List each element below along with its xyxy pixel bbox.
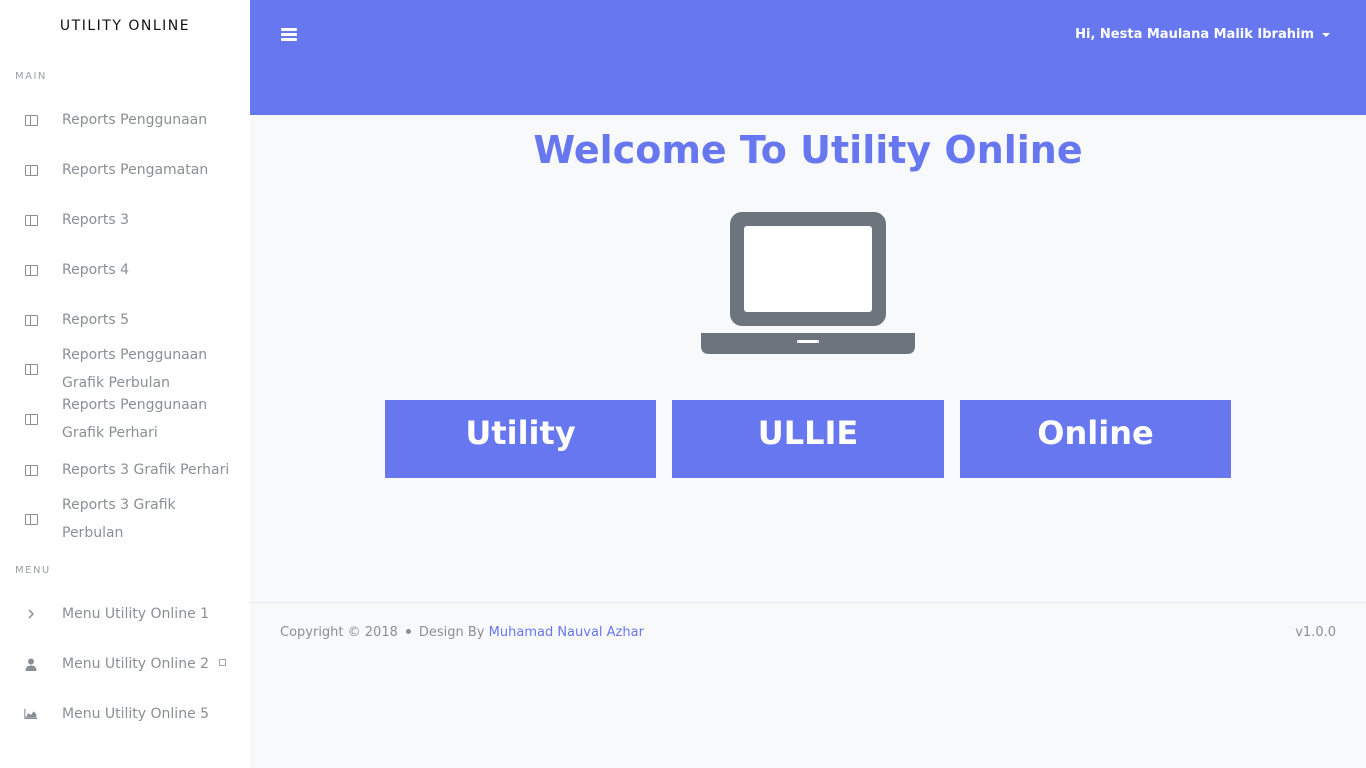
sidebar-item-menu-utility-online-1[interactable]: Menu Utility Online 1 — [0, 589, 250, 639]
sidebar-item-label: Menu Utility Online 1 — [62, 606, 210, 622]
area-chart-icon — [24, 707, 38, 721]
user-icon — [24, 657, 38, 671]
bullet-separator — [405, 629, 411, 634]
user-greeting: Hi, Nesta Maulana Malik Ibrahim — [1075, 27, 1314, 42]
sidebar-item-reports-4[interactable]: Reports 4 — [0, 245, 250, 295]
sidebar: UTILITY ONLINE MAIN Reports Penggunaan R… — [0, 0, 250, 768]
book-icon — [24, 512, 38, 526]
sidebar-item-label: Menu Utility Online 2 — [62, 656, 210, 672]
version-text: v1.0.0 — [1295, 625, 1336, 640]
book-icon — [24, 463, 38, 477]
footer-divider — [250, 602, 1366, 603]
sidebar-item-reports-pengamatan[interactable]: Reports Pengamatan — [0, 145, 250, 195]
sidebar-item-reports-3-grafik-perhari[interactable]: Reports 3 Grafik Perhari — [0, 445, 250, 495]
sidebar-item-reports-3[interactable]: Reports 3 — [0, 195, 250, 245]
book-icon — [24, 313, 38, 327]
author-link[interactable]: Muhamad Nauval Azhar — [489, 625, 644, 640]
book-icon — [24, 362, 38, 376]
top-header: Hi, Nesta Maulana Malik Ibrahim — [250, 0, 1366, 115]
sidebar-item-label: Reports 5 — [62, 312, 130, 328]
online-button[interactable]: Online — [960, 400, 1231, 478]
sidebar-item-reports-5[interactable]: Reports 5 — [0, 295, 250, 345]
hamburger-menu-icon[interactable] — [281, 28, 297, 41]
submenu-indicator-icon — [219, 659, 226, 669]
sidebar-item-label: Reports Pengamatan — [62, 162, 209, 178]
brand-logo[interactable]: UTILITY ONLINE — [0, 18, 250, 34]
book-icon — [24, 213, 38, 227]
utility-button[interactable]: Utility — [385, 400, 656, 478]
section-label-main: MAIN — [15, 71, 47, 82]
sidebar-item-label: Reports Penggunaan — [62, 112, 208, 128]
book-icon — [24, 412, 38, 426]
sidebar-item-reports-penggunaan-grafik-perhari[interactable]: Reports Penggunaan Grafik Perhari — [0, 394, 250, 444]
sidebar-item-label: Reports Penggunaan Grafik Perhari — [62, 397, 208, 441]
user-dropdown[interactable]: Hi, Nesta Maulana Malik Ibrahim — [1075, 27, 1330, 42]
sidebar-item-label: Reports 3 — [62, 212, 130, 228]
design-by-text: Design By — [418, 625, 485, 640]
book-icon — [24, 263, 38, 277]
sidebar-item-reports-penggunaan[interactable]: Reports Penggunaan — [0, 95, 250, 145]
ullie-button[interactable]: ULLIE — [672, 400, 944, 478]
sidebar-item-menu-utility-online-2[interactable]: Menu Utility Online 2 — [0, 639, 250, 689]
sidebar-item-label: Reports 4 — [62, 262, 130, 278]
copyright-text: Copyright © 2018 — [280, 625, 398, 640]
section-label-menu: MENU — [15, 565, 51, 576]
sidebar-item-menu-utility-online-5[interactable]: Menu Utility Online 5 — [0, 689, 250, 739]
book-icon — [24, 163, 38, 177]
book-icon — [24, 113, 38, 127]
sidebar-item-label: Reports Penggunaan Grafik Perbulan — [62, 347, 208, 391]
chevron-right-icon — [24, 607, 38, 621]
laptop-icon — [700, 210, 916, 360]
sidebar-item-reports-penggunaan-grafik-perbulan[interactable]: Reports Penggunaan Grafik Perbulan — [0, 344, 250, 394]
footer-copyright: Copyright © 2018 Design By Muhamad Nauval… — [280, 625, 644, 640]
sidebar-item-label: Reports 3 Grafik Perbulan — [62, 497, 176, 541]
sidebar-item-label: Reports 3 Grafik Perhari — [62, 462, 230, 478]
caret-down-icon — [1322, 32, 1330, 37]
sidebar-item-reports-3-grafik-perbulan[interactable]: Reports 3 Grafik Perbulan — [0, 494, 250, 544]
welcome-heading: Welcome To Utility Online — [533, 128, 1083, 172]
sidebar-item-label: Menu Utility Online 5 — [62, 706, 210, 722]
